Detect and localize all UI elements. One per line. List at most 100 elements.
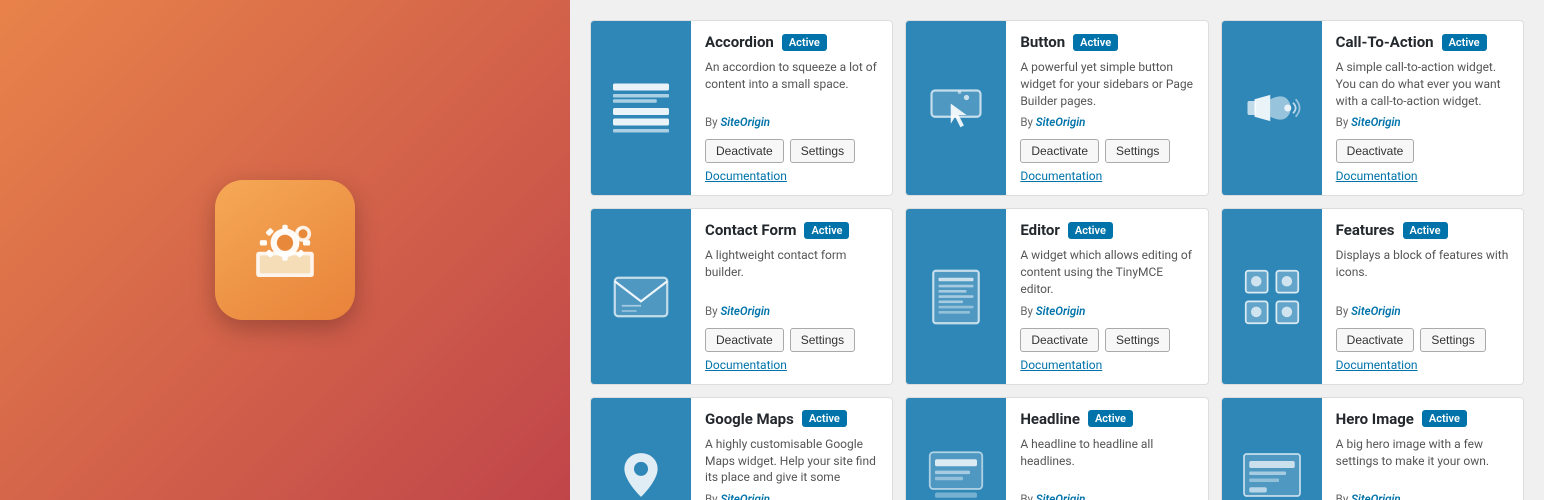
- deactivate-button-editor[interactable]: Deactivate: [1020, 328, 1099, 352]
- widget-header-headline: Headline Active: [1020, 410, 1193, 428]
- widget-description-headline: A headline to headline all headlines.: [1020, 436, 1193, 486]
- widget-image-features: [1222, 209, 1322, 383]
- widget-actions-features: Deactivate Settings: [1336, 328, 1509, 352]
- right-panel: Accordion Active An accordion to squeeze…: [570, 0, 1544, 500]
- widget-description-accordion: An accordion to squeeze a lot of content…: [705, 59, 878, 109]
- cta-icon: [1237, 73, 1307, 143]
- widget-actions-button: Deactivate Settings: [1020, 139, 1193, 163]
- widget-actions-accordion: Deactivate Settings: [705, 139, 878, 163]
- widget-status-google-maps: Active: [802, 410, 847, 427]
- widget-image-contact-form: [591, 209, 691, 383]
- widget-content-contact-form: Contact Form Active A lightweight contac…: [691, 209, 892, 383]
- widget-image-hero: [1222, 398, 1322, 500]
- widget-title-button: Button: [1020, 33, 1065, 51]
- widget-author-cta: By SiteOrigin: [1336, 115, 1509, 129]
- widget-title-hero-image: Hero Image: [1336, 410, 1414, 428]
- widget-author-google-maps: By SiteOrigin: [705, 492, 878, 500]
- widget-author-button: By SiteOrigin: [1020, 115, 1193, 129]
- hero-image-icon: [1237, 440, 1307, 500]
- widget-description-editor: A widget which allows editing of content…: [1020, 247, 1193, 297]
- widget-status-button: Active: [1073, 34, 1118, 51]
- widget-card-google-maps: Google Maps Active A highly customisable…: [590, 397, 893, 500]
- widget-status-features: Active: [1403, 222, 1448, 239]
- widget-status-headline: Active: [1088, 410, 1133, 427]
- documentation-link-button[interactable]: Documentation: [1020, 169, 1193, 183]
- widget-author-editor: By SiteOrigin: [1020, 304, 1193, 318]
- settings-button-accordion[interactable]: Settings: [790, 139, 855, 163]
- widget-status-editor: Active: [1068, 222, 1113, 239]
- widget-image-editor: [906, 209, 1006, 383]
- widget-author-contact-form: By SiteOrigin: [705, 304, 878, 318]
- widget-card-button: Button Active A powerful yet simple butt…: [905, 20, 1208, 196]
- button-widget-icon: [921, 73, 991, 143]
- widget-content-accordion: Accordion Active An accordion to squeeze…: [691, 21, 892, 195]
- widget-card-cta: Call-To-Action Active A simple call-to-a…: [1221, 20, 1524, 196]
- widget-header-editor: Editor Active: [1020, 221, 1193, 239]
- widget-description-features: Displays a block of features with icons.: [1336, 247, 1509, 297]
- widget-author-features: By SiteOrigin: [1336, 304, 1509, 318]
- widget-actions-cta: Deactivate: [1336, 139, 1509, 163]
- documentation-link-contact-form[interactable]: Documentation: [705, 358, 878, 372]
- deactivate-button-accordion[interactable]: Deactivate: [705, 139, 784, 163]
- widget-description-cta: A simple call-to-action widget. You can …: [1336, 59, 1509, 109]
- widget-content-editor: Editor Active A widget which allows edit…: [1006, 209, 1207, 383]
- accordion-icon: [606, 73, 676, 143]
- widget-title-contact-form: Contact Form: [705, 221, 796, 239]
- widget-card-headline: Headline Active A headline to headline a…: [905, 397, 1208, 500]
- widget-actions-editor: Deactivate Settings: [1020, 328, 1193, 352]
- widgets-grid: Accordion Active An accordion to squeeze…: [590, 20, 1524, 500]
- documentation-link-cta[interactable]: Documentation: [1336, 169, 1509, 183]
- widget-status-accordion: Active: [782, 34, 827, 51]
- widget-title-accordion: Accordion: [705, 33, 774, 51]
- widget-header-cta: Call-To-Action Active: [1336, 33, 1509, 51]
- widget-content-headline: Headline Active A headline to headline a…: [1006, 398, 1207, 500]
- widget-title-features: Features: [1336, 221, 1395, 239]
- widget-status-hero-image: Active: [1422, 410, 1467, 427]
- documentation-link-accordion[interactable]: Documentation: [705, 169, 878, 183]
- editor-icon: [921, 262, 991, 332]
- widget-header-features: Features Active: [1336, 221, 1509, 239]
- widget-author-accordion: By SiteOrigin: [705, 115, 878, 129]
- widget-title-google-maps: Google Maps: [705, 410, 794, 428]
- widget-image-google-maps: [591, 398, 691, 500]
- widget-description-contact-form: A lightweight contact form builder.: [705, 247, 878, 297]
- deactivate-button-features[interactable]: Deactivate: [1336, 328, 1415, 352]
- documentation-link-editor[interactable]: Documentation: [1020, 358, 1193, 372]
- app-logo-icon: [240, 205, 330, 295]
- widget-description-hero-image: A big hero image with a few settings to …: [1336, 436, 1509, 486]
- features-icon: [1237, 262, 1307, 332]
- settings-button-editor[interactable]: Settings: [1105, 328, 1170, 352]
- deactivate-button-button[interactable]: Deactivate: [1020, 139, 1099, 163]
- widget-description-button: A powerful yet simple button widget for …: [1020, 59, 1193, 109]
- settings-button-button[interactable]: Settings: [1105, 139, 1170, 163]
- widget-content-features: Features Active Displays a block of feat…: [1322, 209, 1523, 383]
- settings-button-contact-form[interactable]: Settings: [790, 328, 855, 352]
- widget-content-hero-image: Hero Image Active A big hero image with …: [1322, 398, 1523, 500]
- headline-icon: [921, 440, 991, 500]
- widget-header-button: Button Active: [1020, 33, 1193, 51]
- left-panel: [0, 0, 570, 500]
- deactivate-button-cta[interactable]: Deactivate: [1336, 139, 1415, 163]
- widget-header-hero-image: Hero Image Active: [1336, 410, 1509, 428]
- widget-card-accordion: Accordion Active An accordion to squeeze…: [590, 20, 893, 196]
- widget-content-button: Button Active A powerful yet simple butt…: [1006, 21, 1207, 195]
- google-maps-icon: [606, 440, 676, 500]
- widget-image-accordion: [591, 21, 691, 195]
- widget-image-cta: [1222, 21, 1322, 195]
- widget-card-contact-form: Contact Form Active A lightweight contac…: [590, 208, 893, 384]
- widget-header-google-maps: Google Maps Active: [705, 410, 878, 428]
- contact-form-icon: [606, 262, 676, 332]
- documentation-link-features[interactable]: Documentation: [1336, 358, 1509, 372]
- widget-image-button: [906, 21, 1006, 195]
- settings-button-features[interactable]: Settings: [1420, 328, 1485, 352]
- widget-card-hero-image: Hero Image Active A big hero image with …: [1221, 397, 1524, 500]
- widget-status-contact-form: Active: [804, 222, 849, 239]
- widget-header-contact-form: Contact Form Active: [705, 221, 878, 239]
- widget-title-editor: Editor: [1020, 221, 1060, 239]
- widget-title-cta: Call-To-Action: [1336, 33, 1434, 51]
- widget-header-accordion: Accordion Active: [705, 33, 878, 51]
- widget-author-hero-image: By SiteOrigin: [1336, 492, 1509, 500]
- widget-title-headline: Headline: [1020, 410, 1080, 428]
- deactivate-button-contact-form[interactable]: Deactivate: [705, 328, 784, 352]
- app-icon: [215, 180, 355, 320]
